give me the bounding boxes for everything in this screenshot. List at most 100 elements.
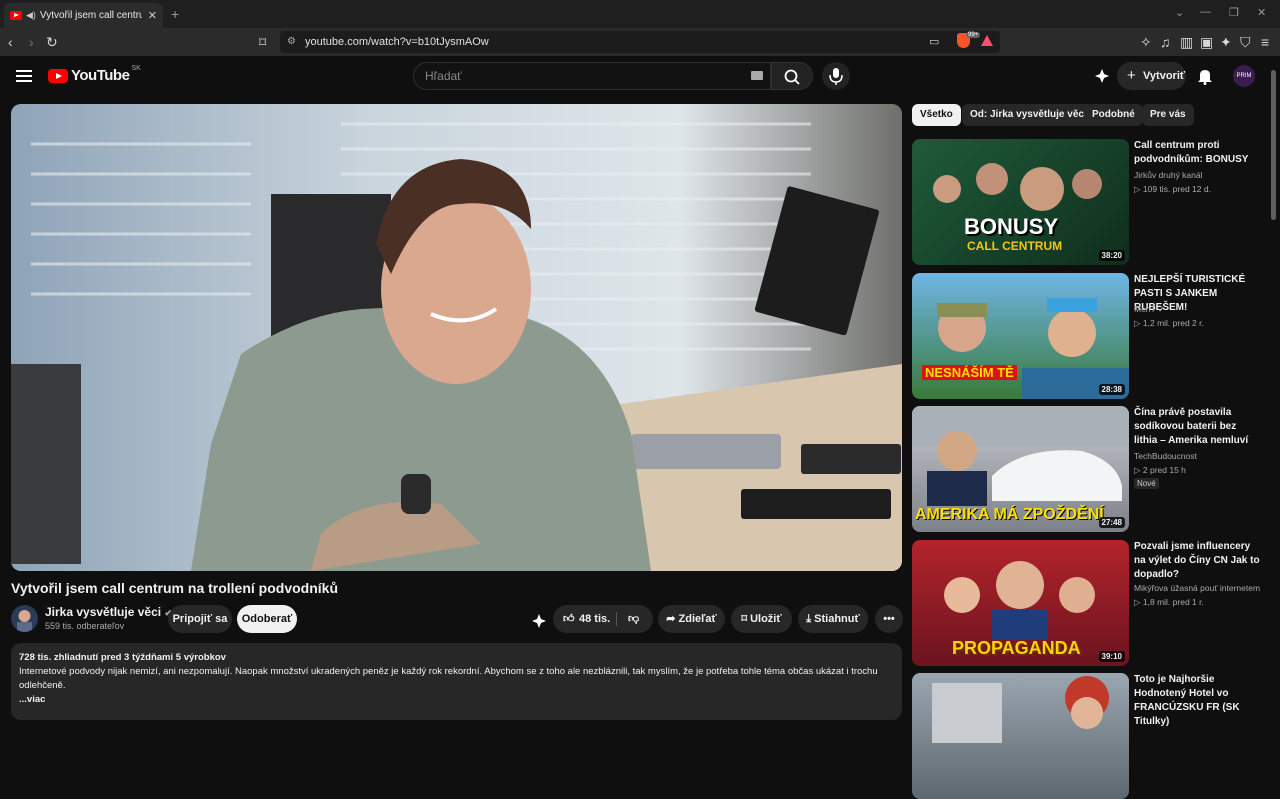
thumbnail-title: PROPAGANDA — [952, 638, 1081, 658]
share-icon: ➦ — [666, 613, 676, 625]
channel-avatar-image — [17, 610, 32, 632]
recommended-title[interactable]: Pozvali jsme influencery na výlet do Čín… — [1134, 540, 1262, 582]
minimize-icon[interactable]: — — [1200, 6, 1211, 18]
sidebar-icon[interactable]: ▥ — [1180, 34, 1193, 50]
chip-for-you[interactable]: Pre vás — [1142, 104, 1194, 126]
like-divider — [616, 612, 617, 626]
like-icon[interactable]: 👍︎ — [563, 605, 575, 633]
page-scrollbar[interactable] — [1271, 70, 1276, 220]
new-badge: Nové — [1134, 478, 1159, 489]
subscribe-button[interactable]: Odoberať — [237, 605, 297, 633]
thumbnail-subtitle: CALL CENTRUM — [967, 239, 1063, 253]
channel-name[interactable]: Jirka vysvětluje věci ✔ — [45, 605, 172, 619]
reload-icon[interactable]: ↻ — [46, 34, 58, 50]
url-text: youtube.com/watch?v=b10tJysmAOw — [305, 36, 489, 48]
close-window-icon[interactable]: ✕ — [1257, 6, 1266, 19]
plus-icon: + — [1127, 67, 1136, 84]
back-icon[interactable]: ‹ — [8, 34, 13, 50]
recommended-meta: ▷ 1,8 mil. pred 1 r. — [1134, 597, 1204, 607]
recommended-meta: ▷ 2 pred 15 h — [1134, 465, 1186, 475]
duration-badge: 27:48 — [1098, 517, 1125, 528]
extensions-icon[interactable]: ✧ — [1140, 34, 1152, 50]
youtube-logo[interactable]: YouTube SK — [48, 65, 141, 84]
chip-related[interactable]: Podobné — [1084, 104, 1143, 126]
keyboard-icon[interactable] — [751, 71, 763, 80]
address-bar[interactable]: ⚙ youtube.com/watch?v=b10tJysmAOw — [280, 31, 1000, 53]
wallet-icon[interactable]: ▣ — [1200, 34, 1213, 50]
thumbnail-title: NESNÁŠÍM TĚ — [922, 365, 1017, 380]
search-input[interactable]: Hľadať — [413, 62, 771, 90]
account-avatar[interactable]: PRIM — [1233, 65, 1255, 87]
video-title: Vytvořil jsem call centrum na trollení p… — [11, 580, 338, 596]
video-thumbnail[interactable]: NESNÁŠÍM TĚ 28:38 — [912, 273, 1129, 399]
create-button[interactable]: + Vytvoriť — [1117, 62, 1186, 90]
like-count[interactable]: 48 tis. — [579, 605, 610, 633]
dislike-icon[interactable]: 👎︎ — [628, 605, 639, 633]
youtube-favicon-icon — [10, 11, 22, 20]
ask-sparkle-icon[interactable] — [1094, 68, 1110, 84]
cast-icon[interactable]: ▭ — [929, 34, 939, 50]
speaker-icon[interactable]: ◀) — [26, 10, 36, 21]
video-thumbnail[interactable]: PROPAGANDA 39:10 — [912, 540, 1129, 666]
browser-tab-bar: ◀) Vytvořil jsem call centrum na ✕ + ⌄ —… — [0, 0, 1280, 28]
thumbnail-title: AMERIKA MÁ ZPOŽDĚNÍ — [915, 506, 1104, 523]
search-button[interactable] — [771, 62, 813, 90]
chip-from-channel[interactable]: Od: Jirka vysvětluje věci — [962, 104, 1095, 126]
create-label: Vytvoriť — [1143, 70, 1186, 82]
description-box[interactable]: 728 tis. zhliadnutí pred 3 týždňami 5 vý… — [11, 643, 902, 720]
video-player[interactable] — [11, 104, 902, 571]
media-icon[interactable]: ♫ — [1160, 34, 1171, 50]
menu-icon[interactable]: ≡ — [1261, 34, 1269, 50]
recommended-channel[interactable]: Jirkův druhý kanál — [1134, 170, 1203, 180]
share-button[interactable]: ➦ Zdieľať — [658, 605, 725, 633]
download-icon: ⤓ — [806, 613, 812, 625]
vpn-icon[interactable]: ⛉ — [1240, 34, 1251, 50]
browser-tab[interactable]: ◀) Vytvořil jsem call centrum na ✕ — [4, 3, 163, 28]
recommended-meta: ▷ 1,2 mil. pred 2 r. — [1134, 318, 1204, 328]
youtube-logo-icon — [48, 68, 68, 83]
recommended-title[interactable]: Čína právě postavila sodíkovou baterii b… — [1134, 406, 1262, 448]
tab-title: Vytvořil jsem call centrum na — [39, 10, 142, 21]
more-actions-button[interactable]: ••• — [875, 605, 903, 633]
recommended-channel[interactable]: Mikýřova úžasná pouť internetem — [1134, 583, 1260, 593]
chip-all[interactable]: Všetko — [912, 104, 961, 126]
show-more-link[interactable]: ...viac — [19, 693, 894, 707]
maximize-icon[interactable]: ❐ — [1229, 6, 1239, 19]
recommended-meta: ▷ 109 tis. pred 12 d. — [1134, 184, 1211, 194]
shields-badge: 99+ — [966, 32, 981, 38]
join-button[interactable]: Pripojiť sa — [168, 605, 232, 633]
brave-rewards-icon[interactable] — [981, 35, 993, 46]
forward-icon[interactable]: › — [29, 34, 34, 50]
video-frame-image — [11, 104, 902, 571]
recommended-title[interactable]: Toto je Najhoršie Hodnotený Hotel vo FRA… — [1134, 673, 1262, 729]
download-button[interactable]: ⤓ Stiahnuť — [798, 605, 868, 633]
microphone-icon — [829, 68, 843, 85]
close-tab-icon[interactable]: ✕ — [148, 9, 157, 22]
save-button[interactable]: ⌑ Uložiť — [731, 605, 792, 633]
bookmark-icon[interactable]: ⌑ — [259, 34, 266, 50]
video-thumbnail[interactable] — [912, 673, 1129, 799]
notifications-bell-icon[interactable] — [1197, 68, 1213, 85]
download-label: Stiahnuť — [814, 613, 860, 625]
video-thumbnail[interactable]: AMERIKA MÁ ZPOŽDĚNÍ 27:48 — [912, 406, 1129, 532]
description-text: Internetové podvody nijak nemizí, ani ne… — [19, 666, 878, 691]
subscriber-count: 559 tis. odberateľov — [45, 621, 125, 631]
tab-search-icon[interactable]: ⌄ — [1175, 6, 1184, 19]
ask-ai-icon[interactable] — [531, 613, 547, 629]
channel-avatar[interactable] — [11, 605, 38, 632]
thumbnail-image — [932, 676, 1109, 743]
video-thumbnail[interactable]: BONUSY CALL CENTRUM 38:20 — [912, 139, 1129, 265]
new-tab-button[interactable]: + — [171, 6, 179, 22]
save-icon: ⌑ — [741, 613, 748, 625]
duration-badge: 39:10 — [1098, 651, 1125, 662]
duration-badge: 38:20 — [1098, 250, 1125, 261]
guide-menu-icon[interactable] — [16, 70, 32, 82]
recommended-title[interactable]: Call centrum proti podvodníkům: BONUSY — [1134, 139, 1262, 167]
recommended-channel[interactable]: MenT ✔ — [1134, 304, 1165, 314]
leo-ai-icon[interactable]: ✦ — [1220, 34, 1232, 50]
thumbnail-image — [937, 298, 1129, 399]
site-info-icon[interactable]: ⚙ — [287, 31, 296, 53]
recommended-channel[interactable]: TechBudoucnost — [1134, 451, 1197, 461]
voice-search-button[interactable] — [822, 62, 850, 90]
like-dislike-group: 👍︎ 48 tis. 👎︎ — [553, 605, 653, 633]
